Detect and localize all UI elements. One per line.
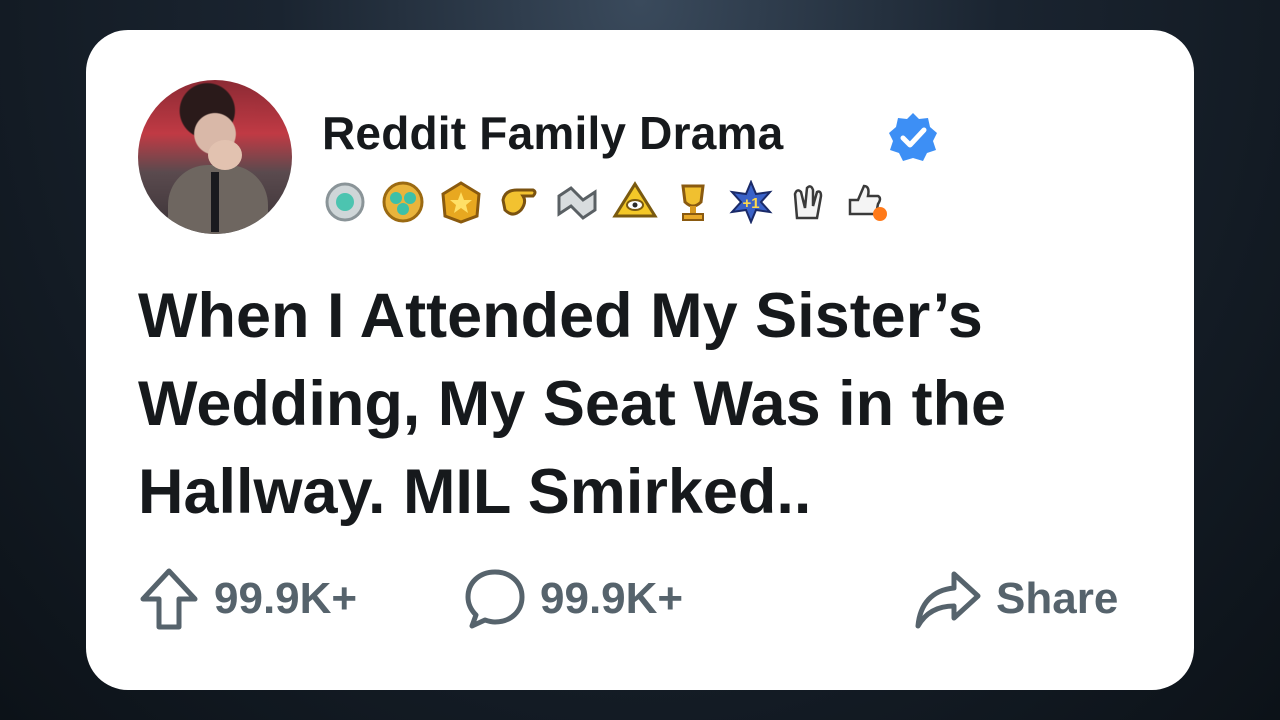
svg-text:+1: +1 [742, 195, 759, 212]
post-actions: 99.9K+ 99.9K+ Share [138, 564, 1142, 634]
plus-one-award-icon: +1 [728, 179, 774, 225]
clapping-hands-award-icon [786, 179, 832, 225]
eye-pyramid-award-icon [612, 179, 658, 225]
comment-count: 99.9K+ [540, 574, 684, 623]
verified-icon [889, 113, 937, 161]
channel-name[interactable]: Reddit Family Drama [322, 106, 783, 160]
helpful-award-icon [380, 179, 426, 225]
silver-award-icon [322, 179, 368, 225]
comment-bubble-icon [465, 569, 525, 629]
awards-row: +1 [322, 178, 890, 226]
upvote-count: 99.9K+ [214, 574, 358, 623]
upvote-button[interactable]: 99.9K+ [138, 564, 357, 634]
post-title[interactable]: When I Attended My Sister’s Wedding, My … [138, 272, 1148, 536]
gold-star-award-icon [438, 179, 484, 225]
share-button[interactable]: Share [914, 564, 1118, 634]
share-arrow-icon [915, 571, 981, 629]
comment-button[interactable]: 99.9K+ [464, 564, 683, 634]
thumbs-up-award-icon [844, 179, 890, 225]
handshake-award-icon [554, 179, 600, 225]
share-label: Share [996, 574, 1119, 623]
post-card: Reddit Family Drama +1 When I Attended M… [86, 30, 1194, 690]
trophy-award-icon [670, 179, 716, 225]
avatar[interactable] [138, 80, 292, 234]
upvote-arrow-icon [140, 568, 198, 630]
pointing-hand-award-icon [496, 179, 542, 225]
